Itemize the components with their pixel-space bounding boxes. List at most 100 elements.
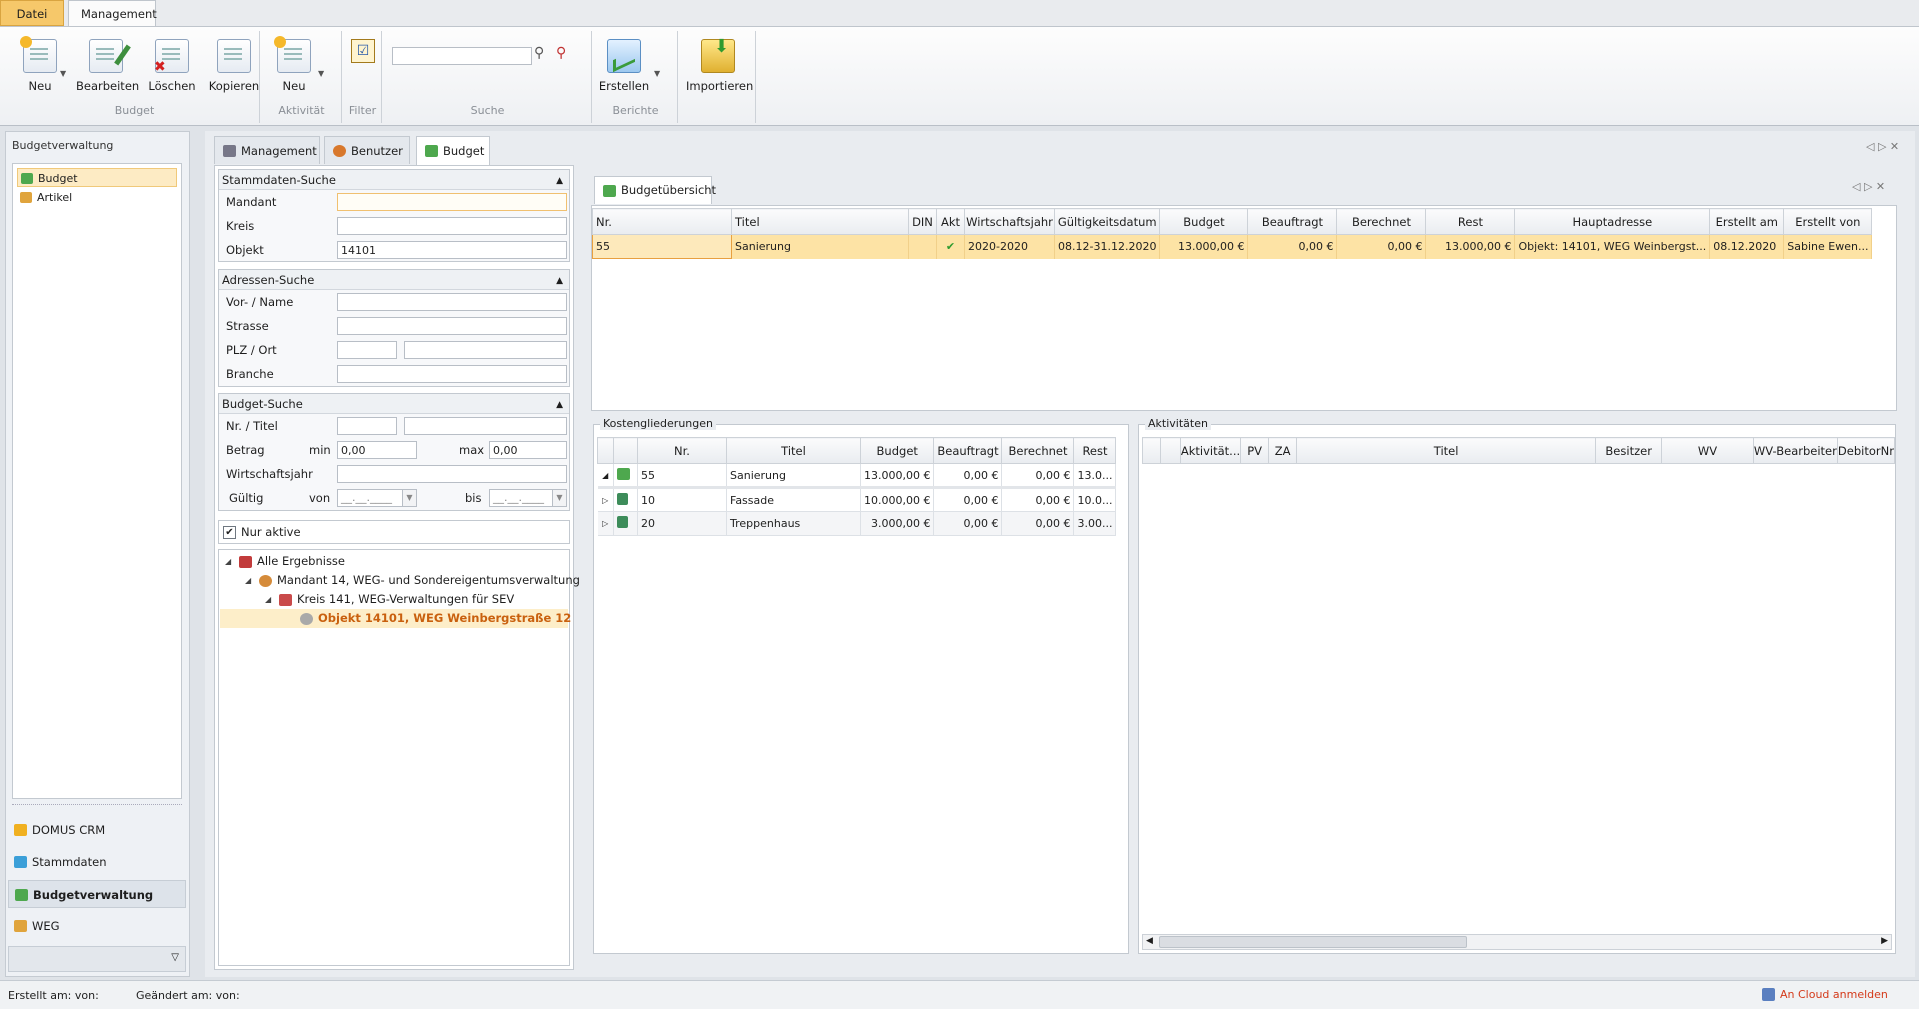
tab-datei[interactable]: Datei	[0, 0, 64, 26]
col-erstellt-am[interactable]: Erstellt am	[1709, 208, 1785, 235]
col-berechnet[interactable]: Berechnet	[1001, 437, 1075, 464]
cell-budget[interactable]: 13.000,00 €	[860, 463, 935, 488]
col-wv-bearbeiter[interactable]: WV-Bearbeiter	[1752, 437, 1838, 464]
scroll-thumb[interactable]	[1159, 936, 1467, 948]
expand-icon[interactable]: ◢	[265, 590, 271, 609]
table-row[interactable]: ◢ 55 Sanierung 13.000,00 € 0,00 € 0,00 €…	[597, 463, 1117, 488]
gueltig-bis-datepicker[interactable]: __.__.____ ▼	[489, 489, 567, 507]
col-nr[interactable]: Nr.	[592, 208, 732, 235]
strasse-input[interactable]	[337, 317, 567, 335]
chevron-down-icon[interactable]: ▼	[318, 69, 324, 78]
col-wirtschaftsjahr[interactable]: Wirtschaftsjahr	[964, 208, 1055, 235]
expand-icon[interactable]: ◢	[245, 571, 251, 590]
betrag-max-input[interactable]	[489, 441, 567, 459]
kreis-input[interactable]	[337, 217, 567, 235]
expand-icon[interactable]: ▷	[597, 511, 614, 536]
cell-beauftragt[interactable]: 0,00 €	[933, 511, 1003, 536]
col-rest[interactable]: Rest	[1425, 208, 1516, 235]
binoculars-clear-icon[interactable]: ⚲	[556, 45, 566, 61]
nr-input[interactable]	[337, 417, 397, 435]
horizontal-scrollbar[interactable]: ◀ ▶	[1142, 934, 1892, 950]
cell-berechnet[interactable]: 0,00 €	[1336, 234, 1427, 259]
cell-rest[interactable]: 3.00...	[1073, 511, 1117, 536]
tab-management-view[interactable]: Management	[214, 136, 320, 164]
cell-beauftragt[interactable]: 0,00 €	[933, 487, 1003, 512]
wirtschaftsjahr-input[interactable]	[337, 465, 567, 483]
col-za[interactable]: ZA	[1268, 437, 1298, 464]
chevron-down-icon[interactable]: ▽	[171, 952, 179, 963]
sidebar-item-budget[interactable]: Budget	[17, 168, 177, 187]
tab-nav-controls[interactable]: ◁ ▷ ✕	[1866, 140, 1899, 153]
cell-budget[interactable]: 13.000,00 €	[1159, 234, 1249, 259]
section-header[interactable]: Stammdaten-Suche ▲	[219, 170, 569, 190]
chevron-down-icon[interactable]: ▼	[60, 69, 66, 78]
cell-rest[interactable]: 10.0...	[1073, 487, 1117, 512]
cell-wirtschaftsjahr[interactable]: 2020-2020	[964, 234, 1055, 259]
cell-nr[interactable]: 55	[592, 234, 732, 259]
objekt-input[interactable]	[337, 241, 567, 259]
cell-budget[interactable]: 10.000,00 €	[860, 487, 935, 512]
binoculars-icon[interactable]: ⚲	[534, 45, 544, 61]
import-button[interactable]: ⬇ Importieren	[686, 35, 753, 101]
collapse-icon[interactable]: ▲	[556, 271, 563, 291]
col-hauptadresse[interactable]: Hauptadresse	[1514, 208, 1711, 235]
cell-rest[interactable]: 13.0...	[1073, 463, 1117, 488]
col-pv[interactable]: PV	[1240, 437, 1270, 464]
cell-gueltigkeitsdatum[interactable]: 08.12-31.12.2020	[1054, 234, 1161, 259]
scroll-right-icon[interactable]: ▶	[1881, 936, 1888, 946]
name-input[interactable]	[337, 293, 567, 311]
cell-beauftragt[interactable]: 0,00 €	[933, 463, 1003, 488]
tree-node-kreis[interactable]: ◢ Kreis 141, WEG-Verwaltungen für SEV	[265, 590, 514, 609]
ribbon-search-input[interactable]	[392, 47, 532, 65]
table-row[interactable]: ▷ 20 Treppenhaus 3.000,00 € 0,00 € 0,00 …	[597, 511, 1117, 536]
col-debitornr[interactable]: DebitorNr	[1836, 437, 1896, 464]
tab-benutzer[interactable]: Benutzer	[324, 136, 410, 164]
col-budget[interactable]: Budget	[1159, 208, 1249, 235]
col-aktivitaet[interactable]: Aktivität...	[1179, 437, 1242, 464]
branche-input[interactable]	[337, 365, 567, 383]
col-nr[interactable]: Nr.	[637, 437, 727, 464]
filter-icon[interactable]: ☑	[351, 39, 375, 63]
cell-nr[interactable]: 55	[637, 463, 727, 488]
col-wv[interactable]: WV	[1661, 437, 1754, 464]
edit-button[interactable]: Bearbeiten	[76, 35, 139, 101]
tab-budget[interactable]: Budget	[416, 136, 490, 166]
section-header[interactable]: Budget-Suche ▲	[219, 394, 569, 414]
cell-hauptadresse[interactable]: Objekt: 14101, WEG Weinbergst...	[1514, 234, 1711, 259]
create-report-button[interactable]: Erstellen	[594, 35, 654, 101]
nav-stammdaten[interactable]: Stammdaten	[8, 848, 186, 876]
collapse-icon[interactable]: ◢	[597, 463, 614, 488]
betrag-min-input[interactable]	[337, 441, 417, 459]
col-titel[interactable]: Titel	[1296, 437, 1597, 464]
cell-erstellt-von[interactable]: Sabine Ewen...	[1783, 234, 1873, 259]
cell-titel[interactable]: Treppenhaus	[726, 511, 861, 536]
nav-weg[interactable]: WEG	[8, 912, 186, 940]
cell-berechnet[interactable]: 0,00 €	[1001, 511, 1075, 536]
cell-erstellt-am[interactable]: 08.12.2020	[1709, 234, 1785, 259]
expand-icon[interactable]: ▷	[597, 487, 614, 512]
section-header[interactable]: Adressen-Suche ▲	[219, 270, 569, 290]
cell-din[interactable]	[908, 234, 937, 259]
gueltig-von-datepicker[interactable]: __.__.____ ▼	[337, 489, 417, 507]
cell-berechnet[interactable]: 0,00 €	[1001, 463, 1075, 488]
col-titel[interactable]: Titel	[731, 208, 909, 235]
nav-domus-crm[interactable]: DOMUS CRM	[8, 816, 186, 844]
tree-node-root[interactable]: ◢ Alle Ergebnisse	[225, 552, 345, 571]
table-row[interactable]: 55 Sanierung ✔ 2020-2020 08.12-31.12.202…	[592, 234, 1873, 259]
collapse-icon[interactable]: ▲	[556, 395, 563, 415]
tab-budgetuebersicht[interactable]: Budgetübersicht	[594, 176, 716, 204]
chevron-down-icon[interactable]: ▼	[654, 69, 660, 78]
table-row[interactable]: ▷ 10 Fassade 10.000,00 € 0,00 € 0,00 € 1…	[597, 487, 1117, 512]
titel-input[interactable]	[404, 417, 567, 435]
col-beauftragt[interactable]: Beauftragt	[1247, 208, 1338, 235]
overview-nav-controls[interactable]: ◁ ▷ ✕	[1852, 180, 1885, 193]
delete-button[interactable]: ✖ Löschen	[142, 35, 202, 101]
tree-node-mandant[interactable]: ◢ Mandant 14, WEG- und Sondereigentumsve…	[245, 571, 580, 590]
cell-beauftragt[interactable]: 0,00 €	[1247, 234, 1338, 259]
col-rest[interactable]: Rest	[1073, 437, 1117, 464]
budget-new-button[interactable]: Neu	[10, 35, 70, 101]
copy-button[interactable]: Kopieren	[204, 35, 264, 101]
activity-new-button[interactable]: Neu	[264, 35, 324, 101]
col-akt[interactable]: Akt	[936, 208, 965, 235]
col-budget[interactable]: Budget	[859, 437, 935, 464]
